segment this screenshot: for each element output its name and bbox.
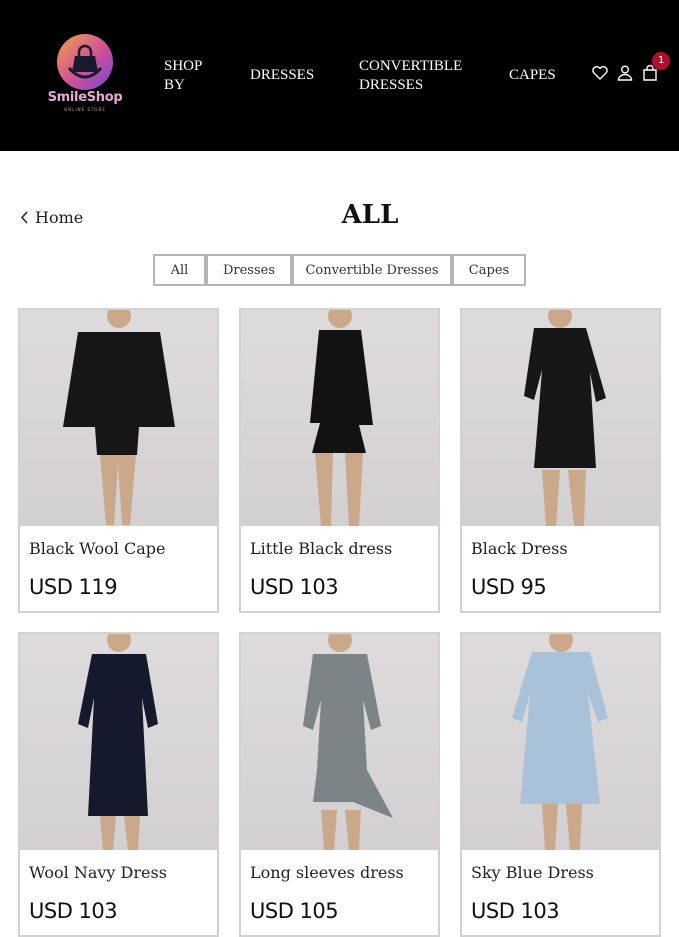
logo-text: SmileShop (47, 90, 123, 105)
product-image (241, 310, 438, 526)
product-name: Long sleeves dress (250, 863, 404, 882)
site-header: SmileShop ONLINE STORE SHOP BY DRESSES C… (0, 0, 679, 151)
product-name: Little Black dress (250, 539, 393, 558)
product-price: USD 119 (29, 575, 118, 599)
product-image (20, 310, 217, 526)
logo-subtext: ONLINE STORE (64, 107, 106, 112)
filter-convertible-dresses[interactable]: Convertible Dresses (292, 254, 452, 286)
filter-capes[interactable]: Capes (452, 254, 526, 286)
product-price: USD 103 (29, 899, 118, 923)
logo-bag-icon (57, 34, 113, 90)
product-name: Black Wool Cape (29, 539, 166, 558)
product-price: USD 103 (250, 575, 339, 599)
product-name: Wool Navy Dress (29, 863, 167, 882)
product-price: USD 105 (250, 899, 339, 923)
product-card[interactable]: Black Wool Cape USD 119 (18, 308, 219, 613)
nav-shop-by[interactable]: SHOP BY (164, 57, 214, 95)
product-image (241, 634, 438, 850)
product-card[interactable]: Sky Blue Dress USD 103 (460, 632, 661, 937)
nav-capes[interactable]: CAPES (509, 66, 556, 85)
nav-convertible-dresses[interactable]: CONVERTIBLE DRESSES (359, 57, 469, 95)
product-price: USD 103 (471, 899, 560, 923)
page-title: ALL (341, 200, 399, 230)
product-card[interactable]: Little Black dress USD 103 (239, 308, 440, 613)
product-price: USD 95 (471, 575, 547, 599)
logo[interactable]: SmileShop ONLINE STORE (40, 34, 130, 116)
product-image (462, 310, 659, 526)
product-name: Sky Blue Dress (471, 863, 594, 882)
filter-all[interactable]: All (153, 254, 206, 286)
product-image (462, 634, 659, 850)
product-card[interactable]: Long sleeves dress USD 105 (239, 632, 440, 937)
heart-icon[interactable] (591, 64, 609, 82)
user-icon[interactable] (616, 64, 634, 82)
cart-count-badge: 1 (652, 52, 670, 70)
filter-dresses[interactable]: Dresses (206, 254, 292, 286)
product-card[interactable]: Black Dress USD 95 (460, 308, 661, 613)
product-name: Black Dress (471, 539, 568, 558)
product-image (20, 634, 217, 850)
nav-dresses[interactable]: DRESSES (250, 66, 314, 85)
product-card[interactable]: Wool Navy Dress USD 103 (18, 632, 219, 937)
category-filters: All Dresses Convertible Dresses Capes (153, 254, 526, 287)
garment-shape (63, 332, 175, 455)
